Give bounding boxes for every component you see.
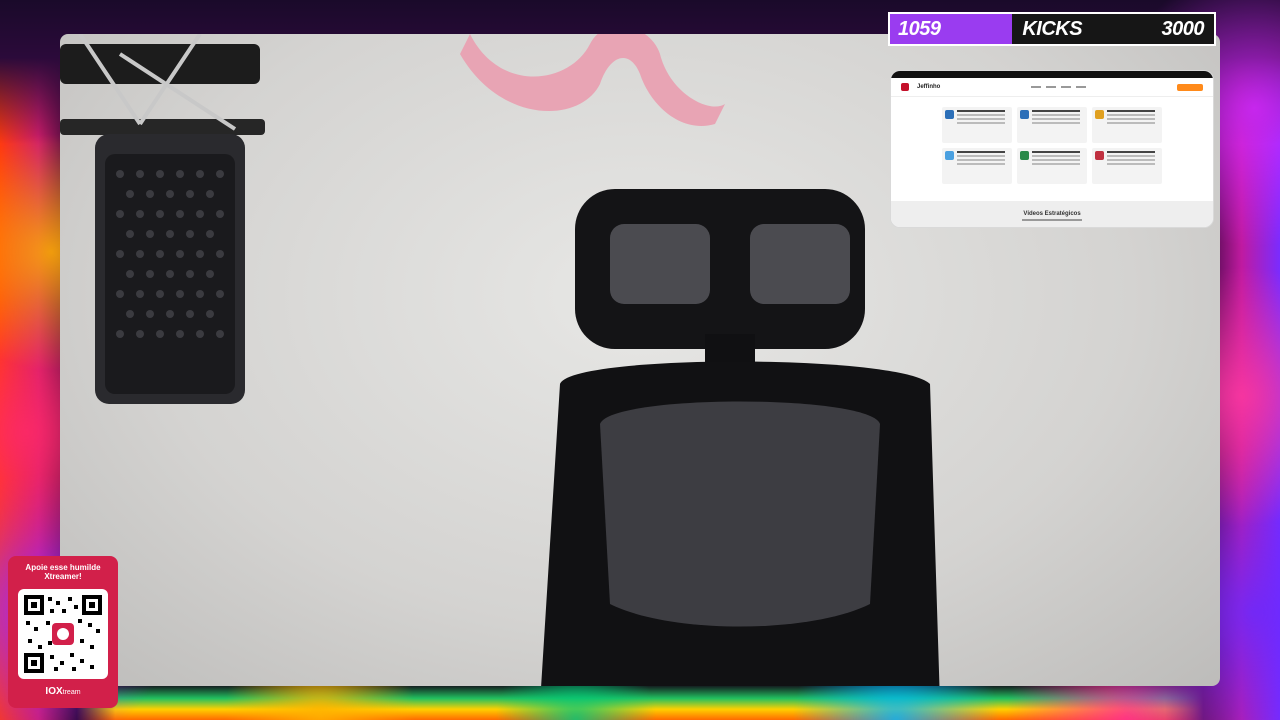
site-card [1017, 107, 1087, 143]
goal-target-count: 3000 [1161, 17, 1205, 40]
site-card [1092, 107, 1162, 143]
brand-bold: IOX [45, 686, 63, 697]
pink-wall-decoration [460, 34, 725, 126]
site-top-bar [891, 71, 1213, 78]
card-icon [945, 151, 954, 160]
support-brand: IOXtream [8, 686, 118, 697]
card-icon [945, 110, 954, 119]
site-cta-button [1177, 83, 1203, 91]
card-icon [1020, 110, 1029, 119]
qr-code-icon[interactable] [18, 589, 108, 679]
site-footer: Vídeos Estratégicos [891, 201, 1213, 227]
goal-progress-fill: 1059 [890, 14, 1013, 44]
support-title: Apoie esse humilde Xtreamer! [8, 563, 118, 581]
card-icon [1095, 110, 1104, 119]
support-title-line1: Apoie esse humilde [25, 563, 101, 572]
microphone [60, 34, 265, 404]
site-logo-icon [901, 83, 909, 91]
office-chair [541, 189, 940, 686]
site-nav-links [1031, 86, 1087, 88]
site-card [1092, 148, 1162, 184]
site-card [942, 107, 1012, 143]
website-preview: Jeffinho Vídeos Estratégicos [890, 70, 1214, 228]
site-card [1017, 148, 1087, 184]
card-icon [1020, 151, 1029, 160]
kicks-goal-bar: 1059 KICKS 3000 [888, 12, 1216, 46]
goal-label: KICKS [1022, 17, 1083, 40]
site-card [942, 148, 1012, 184]
site-footer-title: Vídeos Estratégicos [1023, 211, 1081, 217]
support-title-line2: Xtreamer! [44, 572, 82, 581]
brand-rest: tream [62, 689, 81, 696]
card-icon [1095, 151, 1104, 160]
site-logo-text: Jeffinho [917, 84, 941, 90]
goal-current-count: 1059 [898, 17, 941, 40]
site-cards [891, 107, 1213, 184]
site-nav: Jeffinho [891, 78, 1213, 97]
support-qr-panel: Apoie esse humilde Xtreamer! IOXtream [8, 556, 118, 708]
